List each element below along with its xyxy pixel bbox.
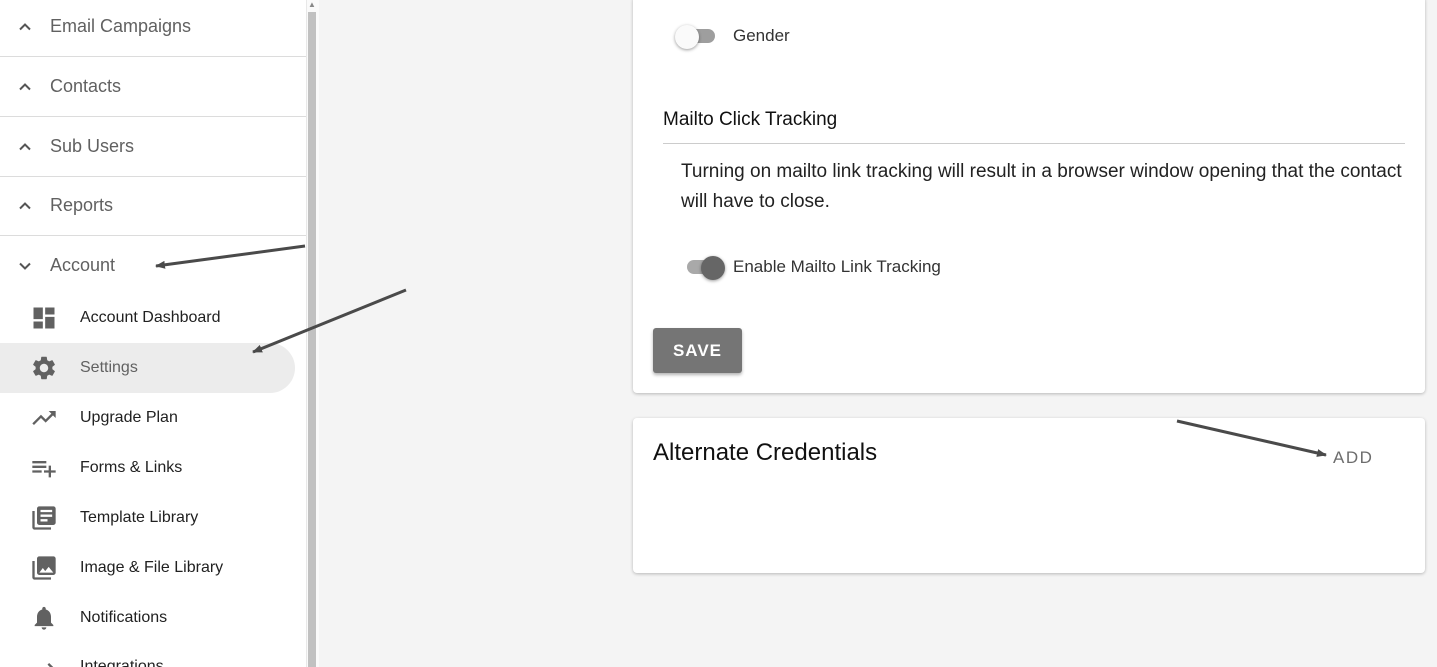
- library-books-icon: [0, 504, 90, 532]
- gender-toggle-row: Gender: [675, 25, 790, 49]
- chevron-up-icon: [0, 196, 50, 216]
- sidebar-item-label: Settings: [80, 359, 138, 376]
- photo-library-icon: [0, 554, 90, 582]
- sidebar-item-label: Account Dashboard: [80, 309, 221, 326]
- sidebar-section-label: Contacts: [50, 76, 122, 96]
- save-button[interactable]: SAVE: [653, 328, 742, 373]
- sidebar-item-label: Integrations: [80, 658, 164, 667]
- playlist-add-icon: [0, 454, 90, 482]
- sidebar-section-label: Sub Users: [50, 136, 135, 156]
- mailto-toggle-row: Enable Mailto Link Tracking: [681, 256, 941, 280]
- mailto-section-title: Mailto Click Tracking: [663, 109, 838, 130]
- sidebar-item-label: Notifications: [80, 609, 168, 626]
- sidebar-item-upgrade-plan[interactable]: Upgrade Plan: [0, 393, 295, 443]
- sidebar-item-label: Image & File Library: [80, 559, 224, 576]
- sidebar-item-label: Forms & Links: [80, 459, 183, 476]
- trending-up-icon: [0, 404, 90, 432]
- sidebar-item-template-library[interactable]: Template Library: [0, 493, 295, 543]
- card-title: Alternate Credentials: [653, 439, 878, 466]
- add-credentials-button[interactable]: ADD: [1333, 448, 1373, 468]
- sidebar-item-label: Upgrade Plan: [80, 409, 178, 426]
- scroll-up-arrow-icon[interactable]: ▲: [308, 1, 316, 9]
- sidebar-item-integrations[interactable]: Integrations: [0, 642, 295, 667]
- sidebar-item-account-dashboard[interactable]: Account Dashboard: [0, 293, 295, 343]
- gender-toggle[interactable]: [675, 25, 719, 49]
- dashboard-icon: [0, 304, 90, 332]
- arrows-icon: [0, 653, 90, 667]
- chevron-up-icon: [0, 137, 50, 157]
- gear-icon: [0, 354, 90, 382]
- sidebar-section-label: Account: [50, 255, 116, 275]
- sidebar-section-reports[interactable]: Reports: [0, 176, 306, 236]
- scrollbar-thumb[interactable]: [308, 12, 316, 667]
- sidebar-section-label: Email Campaigns: [50, 16, 192, 36]
- sidebar-item-notifications[interactable]: Notifications: [0, 593, 295, 643]
- alternate-credentials-card: Alternate Credentials ADD: [633, 418, 1425, 573]
- mailto-tracking-toggle[interactable]: [681, 256, 725, 280]
- mailto-description: Turning on mailto link tracking will res…: [681, 161, 1402, 212]
- sidebar-section-label: Reports: [50, 195, 114, 215]
- sidebar-item-settings[interactable]: Settings: [0, 343, 295, 393]
- mailto-toggle-label: Enable Mailto Link Tracking: [733, 257, 941, 276]
- section-divider: [663, 143, 1405, 144]
- gender-toggle-label: Gender: [733, 26, 790, 45]
- chevron-down-icon: [0, 256, 50, 276]
- sidebar-section-contacts[interactable]: Contacts: [0, 57, 306, 117]
- sidebar-item-label: Template Library: [80, 509, 199, 526]
- chevron-up-icon: [0, 17, 50, 37]
- settings-card: Gender Mailto Click Tracking Turning on …: [633, 0, 1425, 393]
- bell-icon: [0, 604, 90, 632]
- sidebar-section-account[interactable]: Account: [0, 236, 306, 295]
- sidebar-nav: Email Campaigns Contacts Sub Users Repor…: [0, 0, 306, 667]
- sidebar-item-image-file-library[interactable]: Image & File Library: [0, 543, 295, 593]
- sidebar-section-email-campaigns[interactable]: Email Campaigns: [0, 0, 306, 57]
- sidebar-section-sub-users[interactable]: Sub Users: [0, 117, 306, 177]
- chevron-up-icon: [0, 77, 50, 97]
- sidebar-item-forms-links[interactable]: Forms & Links: [0, 443, 295, 493]
